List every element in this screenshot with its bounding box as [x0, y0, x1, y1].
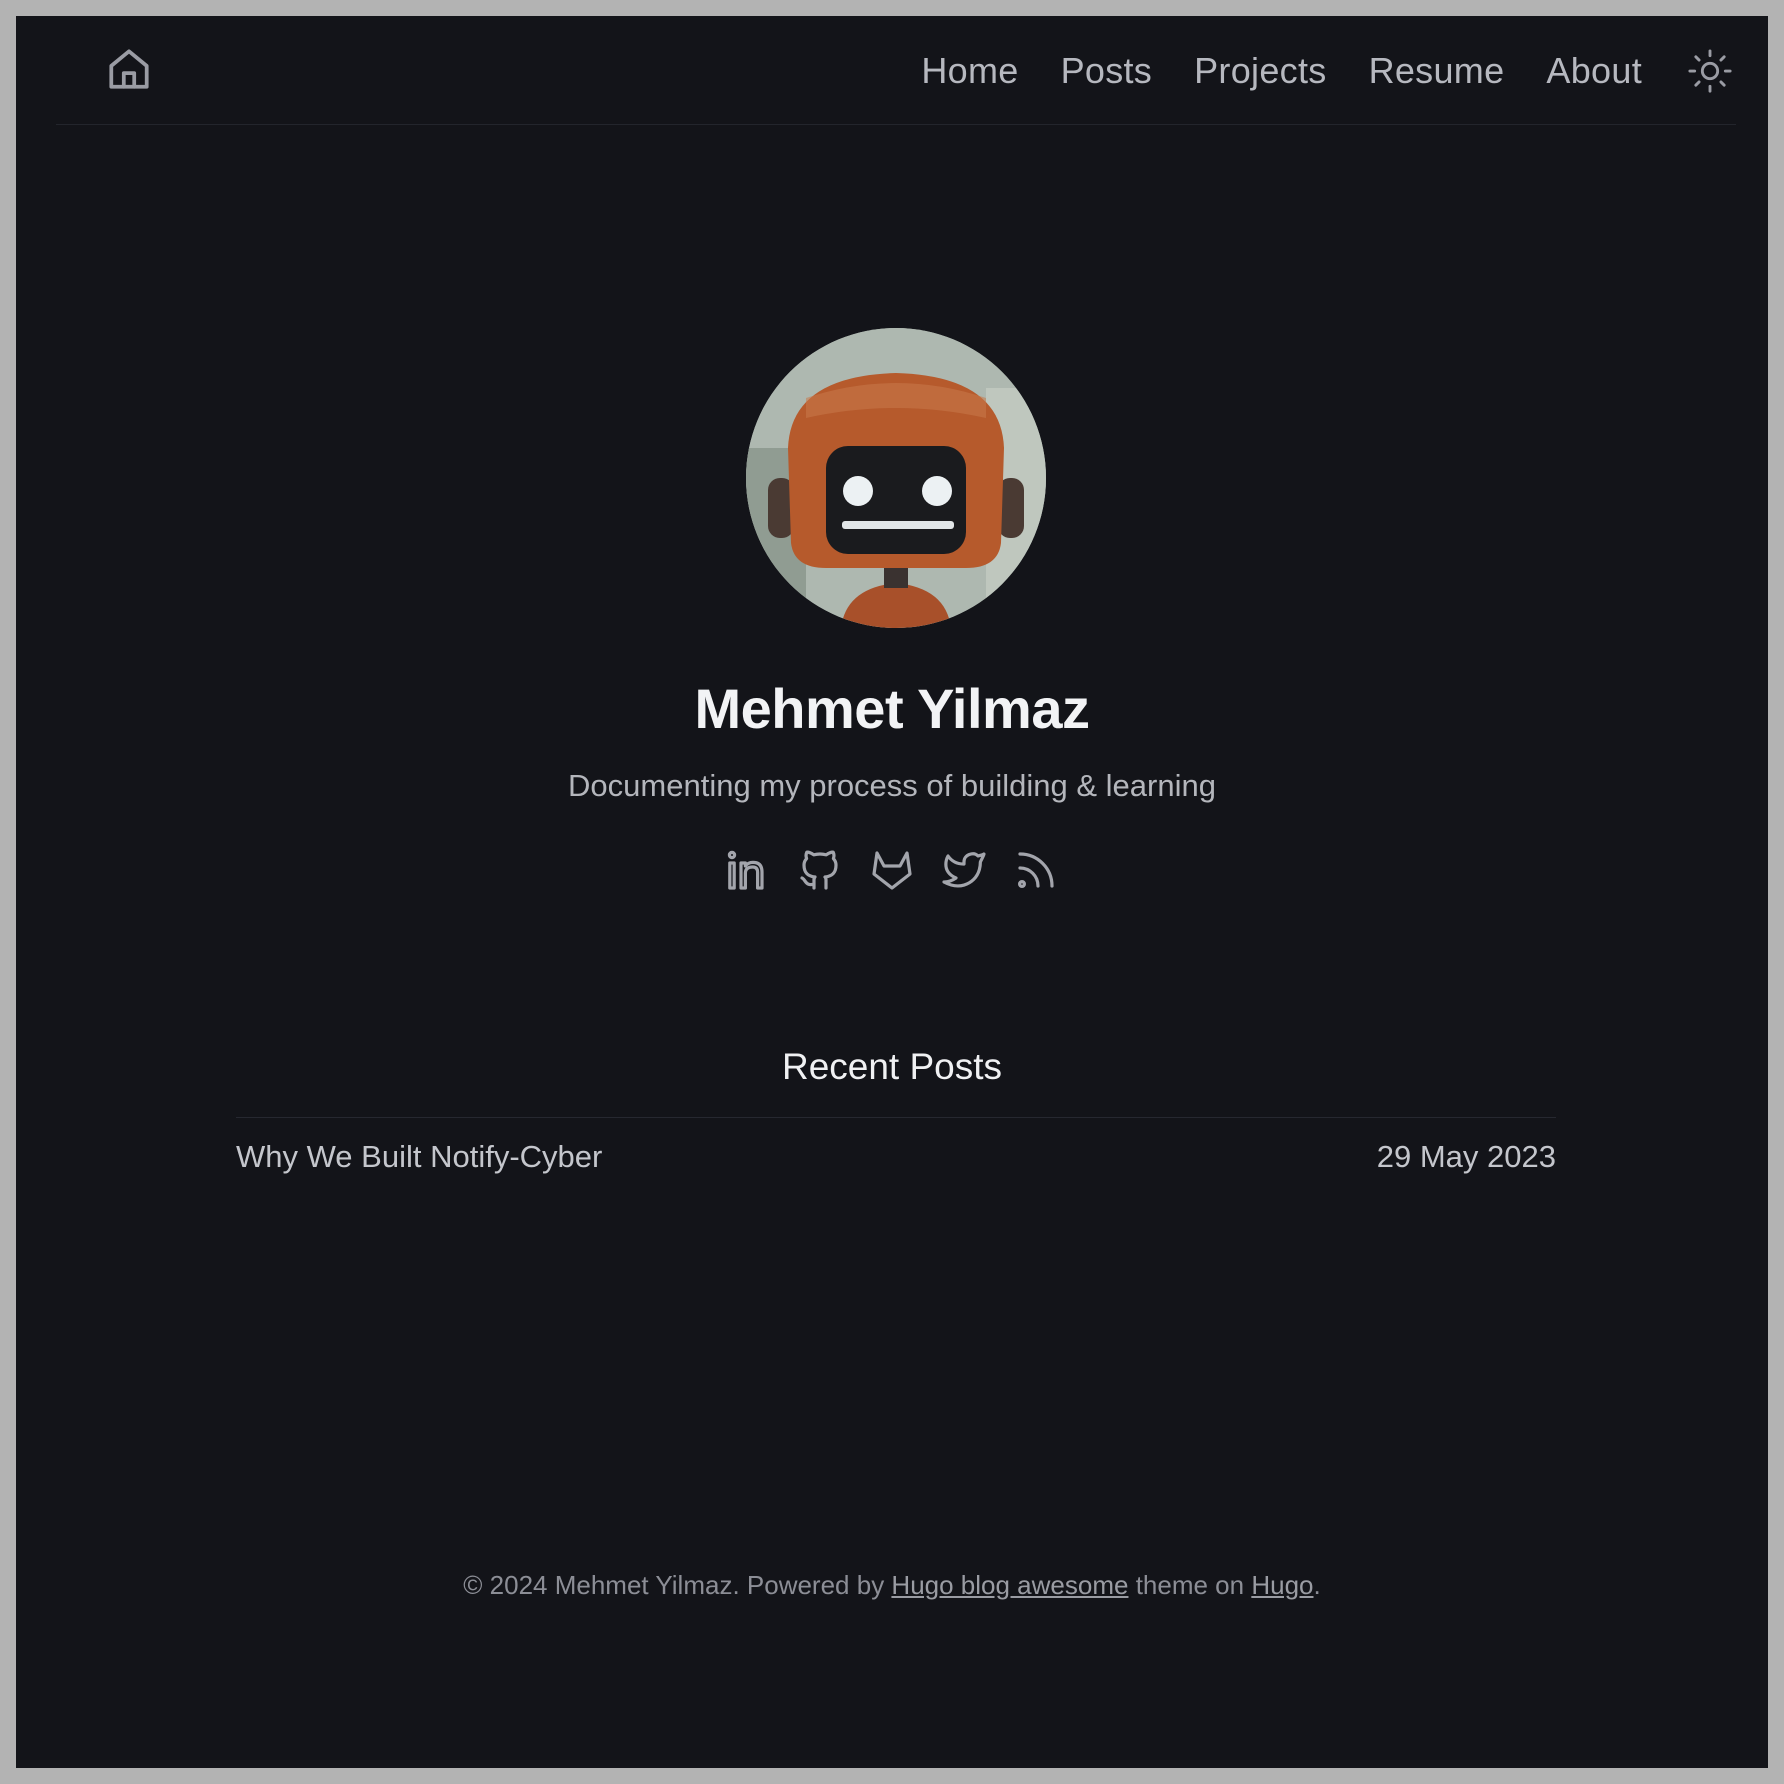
- site-footer: © 2024 Mehmet Yilmaz. Powered by Hugo bl…: [16, 1570, 1768, 1601]
- footer-copyright: © 2024 Mehmet Yilmaz. Powered by: [463, 1570, 892, 1600]
- main-nav: Home Posts Projects Resume About: [921, 16, 1736, 126]
- hugo-link[interactable]: Hugo: [1251, 1570, 1313, 1600]
- site-header: Home Posts Projects Resume About: [56, 16, 1736, 125]
- footer-middle-text: theme on: [1128, 1570, 1252, 1600]
- gitlab-icon[interactable]: [868, 842, 916, 898]
- nav-about[interactable]: About: [1546, 50, 1642, 92]
- nav-projects[interactable]: Projects: [1194, 50, 1326, 92]
- twitter-icon[interactable]: [940, 842, 988, 898]
- footer-suffix: .: [1313, 1570, 1321, 1600]
- nav-resume[interactable]: Resume: [1369, 50, 1505, 92]
- hero-name: Mehmet Yilmaz: [694, 677, 1090, 740]
- nav-posts[interactable]: Posts: [1061, 50, 1153, 92]
- hero-tagline: Documenting my process of building & lea…: [568, 768, 1216, 803]
- home-icon[interactable]: [98, 38, 160, 100]
- sun-icon[interactable]: [1684, 45, 1736, 97]
- avatar: [746, 328, 1046, 628]
- post-date: 29 May 2023: [1376, 1139, 1556, 1174]
- nav-home[interactable]: Home: [921, 50, 1018, 92]
- social-links: [16, 842, 1768, 898]
- recent-posts-title: Recent Posts: [781, 1046, 1003, 1087]
- github-icon[interactable]: [796, 842, 844, 898]
- rss-icon[interactable]: [1012, 842, 1060, 898]
- list-item: Why We Built Notify-Cyber 29 May 2023: [236, 1118, 1556, 1196]
- linkedin-icon[interactable]: [724, 842, 772, 898]
- page: Home Posts Projects Resume About Mehmet …: [16, 16, 1768, 1768]
- post-title-link[interactable]: Why We Built Notify-Cyber: [236, 1139, 602, 1175]
- post-list: Why We Built Notify-Cyber 29 May 2023: [236, 1117, 1556, 1196]
- theme-link[interactable]: Hugo blog awesome: [891, 1570, 1128, 1600]
